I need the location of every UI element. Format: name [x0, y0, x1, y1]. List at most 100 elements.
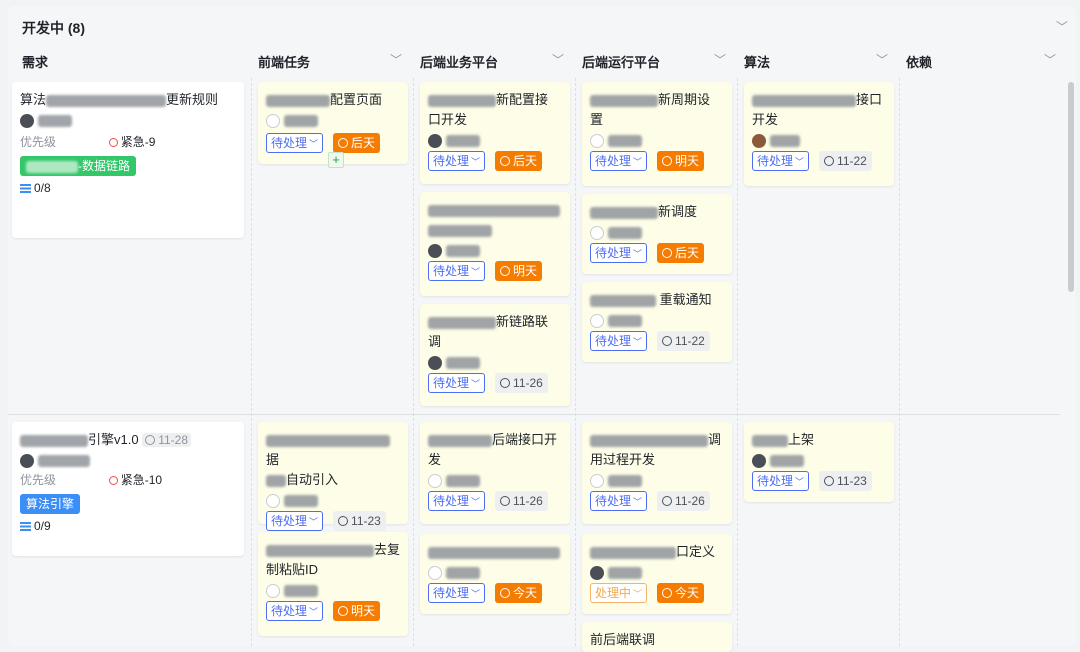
group-title: 开发中 (8): [22, 20, 85, 36]
category-tag[interactable]: 算法引擎: [20, 494, 81, 514]
avatar: [590, 565, 604, 580]
task-card[interactable]: 接口 开发 待处理 ﹀ 11-22: [744, 82, 894, 186]
clock-icon: [662, 247, 673, 258]
status-dropdown[interactable]: 待处理 ﹀: [266, 132, 324, 153]
due-badge: 后天: [333, 132, 381, 153]
status-dropdown[interactable]: 待处理 ﹀: [752, 470, 810, 491]
chevron-down-icon[interactable]: ﹀: [1044, 51, 1056, 68]
chevron-down-icon[interactable]: ﹀: [1056, 18, 1068, 35]
avatar-placeholder: [266, 493, 280, 508]
vertical-scrollbar[interactable]: [1068, 82, 1074, 292]
clock-icon: [824, 475, 835, 486]
task-card[interactable]: 待处理 ﹀ 今天: [420, 534, 570, 614]
status-dropdown[interactable]: 待处理 ﹀: [428, 260, 486, 281]
chevron-down-icon[interactable]: ﹀: [714, 51, 726, 68]
urgency-indicator: 紧急-9: [108, 135, 155, 149]
due-badge: 明天: [657, 150, 705, 171]
status-dropdown[interactable]: 待处理 ﹀: [428, 490, 486, 511]
column-header-requirement: 需求: [22, 55, 49, 70]
avatar: [752, 453, 766, 468]
priority-label: 优先级: [20, 473, 57, 487]
due-badge: 明天: [495, 260, 543, 281]
task-card[interactable]: 重载通知 待处理 ﹀ 11-22: [582, 282, 732, 362]
requirement-title: 算法 更新规则: [20, 92, 219, 107]
clock-icon: [338, 137, 349, 148]
avatar-placeholder: [266, 113, 280, 128]
clock-icon: [145, 435, 156, 445]
subtask-progress: 0/9: [34, 519, 51, 533]
row-divider: [8, 414, 1060, 415]
task-card[interactable]: 后端接口开 发 待处理 ﹀ 11-26: [420, 422, 570, 524]
avatar: [428, 133, 442, 148]
clock-icon: [338, 605, 349, 616]
due-badge: 11-23: [333, 510, 386, 531]
status-dropdown[interactable]: 待处理 ﹀: [266, 600, 324, 621]
task-card[interactable]: 新链路联 调 待处理 ﹀ 11-26: [420, 304, 570, 406]
clock-icon: [662, 495, 673, 506]
category-tag[interactable]: -数据链路: [20, 156, 136, 176]
column-header-algo[interactable]: 算法 ﹀: [738, 46, 898, 76]
requirement-title: 引擎v1.0 11-28: [20, 430, 236, 450]
task-card[interactable]: 新配置接 口开发 待处理 ﹀ 后天: [420, 82, 570, 184]
avatar-placeholder: [590, 313, 604, 328]
avatar-placeholder: [590, 225, 604, 240]
requirement-card[interactable]: 算法 更新规则 优先级 紧急-9 -数据链路 0/8: [12, 82, 244, 238]
status-dropdown[interactable]: 待处理 ﹀: [428, 150, 486, 171]
column-header-frontend[interactable]: 前端任务 ﹀: [252, 46, 412, 76]
task-card[interactable]: 去复 制粘贴ID 待处理 ﹀ 明天: [258, 532, 408, 636]
urgency-indicator: 紧急-10: [108, 473, 162, 487]
task-card[interactable]: 上架 待处理 ﹀ 11-23: [744, 422, 894, 502]
chevron-down-icon[interactable]: ﹀: [390, 51, 402, 68]
clock-icon: [500, 587, 511, 598]
avatar: [428, 355, 442, 370]
avatar: [752, 133, 766, 148]
chevron-down-icon[interactable]: ﹀: [552, 51, 564, 68]
status-dropdown[interactable]: 待处理 ﹀: [266, 510, 324, 531]
group-header[interactable]: 开发中 (8) ﹀: [8, 6, 1076, 46]
avatar: [20, 453, 34, 468]
clock-icon: [338, 515, 349, 526]
column-divider: [413, 78, 414, 646]
due-badge: 今天: [657, 582, 705, 603]
status-dropdown[interactable]: 待处理 ﹀: [428, 582, 486, 603]
priority-label: 优先级: [20, 135, 57, 149]
status-dropdown[interactable]: 待处理 ﹀: [590, 150, 648, 171]
status-dropdown[interactable]: 待处理 ﹀: [590, 490, 648, 511]
task-card[interactable]: 待处理 ﹀ 明天: [420, 192, 570, 296]
avatar-placeholder: [590, 133, 604, 148]
clock-icon: [500, 377, 511, 388]
column-header-backend-biz[interactable]: 后端业务平台 ﹀: [414, 46, 574, 76]
avatar-placeholder: [266, 583, 280, 598]
plus-icon[interactable]: +: [328, 152, 344, 168]
task-card[interactable]: 前后端联调: [582, 622, 732, 652]
task-card[interactable]: 新周期设 置 待处理 ﹀ 明天: [582, 82, 732, 186]
status-dropdown[interactable]: 待处理 ﹀: [428, 372, 486, 393]
status-dropdown[interactable]: 处理中 ﹀: [590, 582, 648, 603]
requirement-card[interactable]: 引擎v1.0 11-28 优先级 紧急-10 算法引擎 0/9: [12, 422, 244, 556]
avatar-placeholder: [428, 565, 442, 580]
due-badge: 后天: [657, 242, 705, 263]
urgent-ring-icon: [108, 138, 118, 147]
task-card[interactable]: 调 用过程开发 待处理 ﹀ 11-26: [582, 422, 732, 524]
chevron-down-icon: ﹀: [309, 138, 319, 149]
subtask-progress: 0/8: [34, 181, 51, 195]
requirement-date: 11-28: [142, 433, 192, 447]
chevron-down-icon[interactable]: ﹀: [876, 51, 888, 68]
clock-icon: [662, 155, 673, 166]
status-dropdown[interactable]: 待处理 ﹀: [590, 242, 648, 263]
column-header-backend-run[interactable]: 后端运行平台 ﹀: [576, 46, 736, 76]
due-badge: 11-26: [495, 490, 548, 511]
status-dropdown[interactable]: 待处理 ﹀: [752, 150, 810, 171]
due-badge: 11-22: [819, 150, 872, 171]
task-card[interactable]: 口定义 处理中 ﹀ 今天: [582, 534, 732, 614]
column-divider: [737, 78, 738, 646]
task-card[interactable]: 新调度 待处理 ﹀ 后天: [582, 194, 732, 274]
status-dropdown[interactable]: 待处理 ﹀: [590, 330, 648, 351]
avatar-placeholder: [590, 473, 604, 488]
list-icon: [20, 522, 31, 532]
column-header-dependency[interactable]: 依赖 ﹀: [900, 46, 1066, 76]
due-badge: 11-26: [657, 490, 710, 511]
clock-icon: [500, 155, 511, 166]
due-badge: 11-23: [819, 470, 872, 491]
task-card[interactable]: 据 自动引入 待处理 ﹀ 11-23: [258, 422, 408, 531]
